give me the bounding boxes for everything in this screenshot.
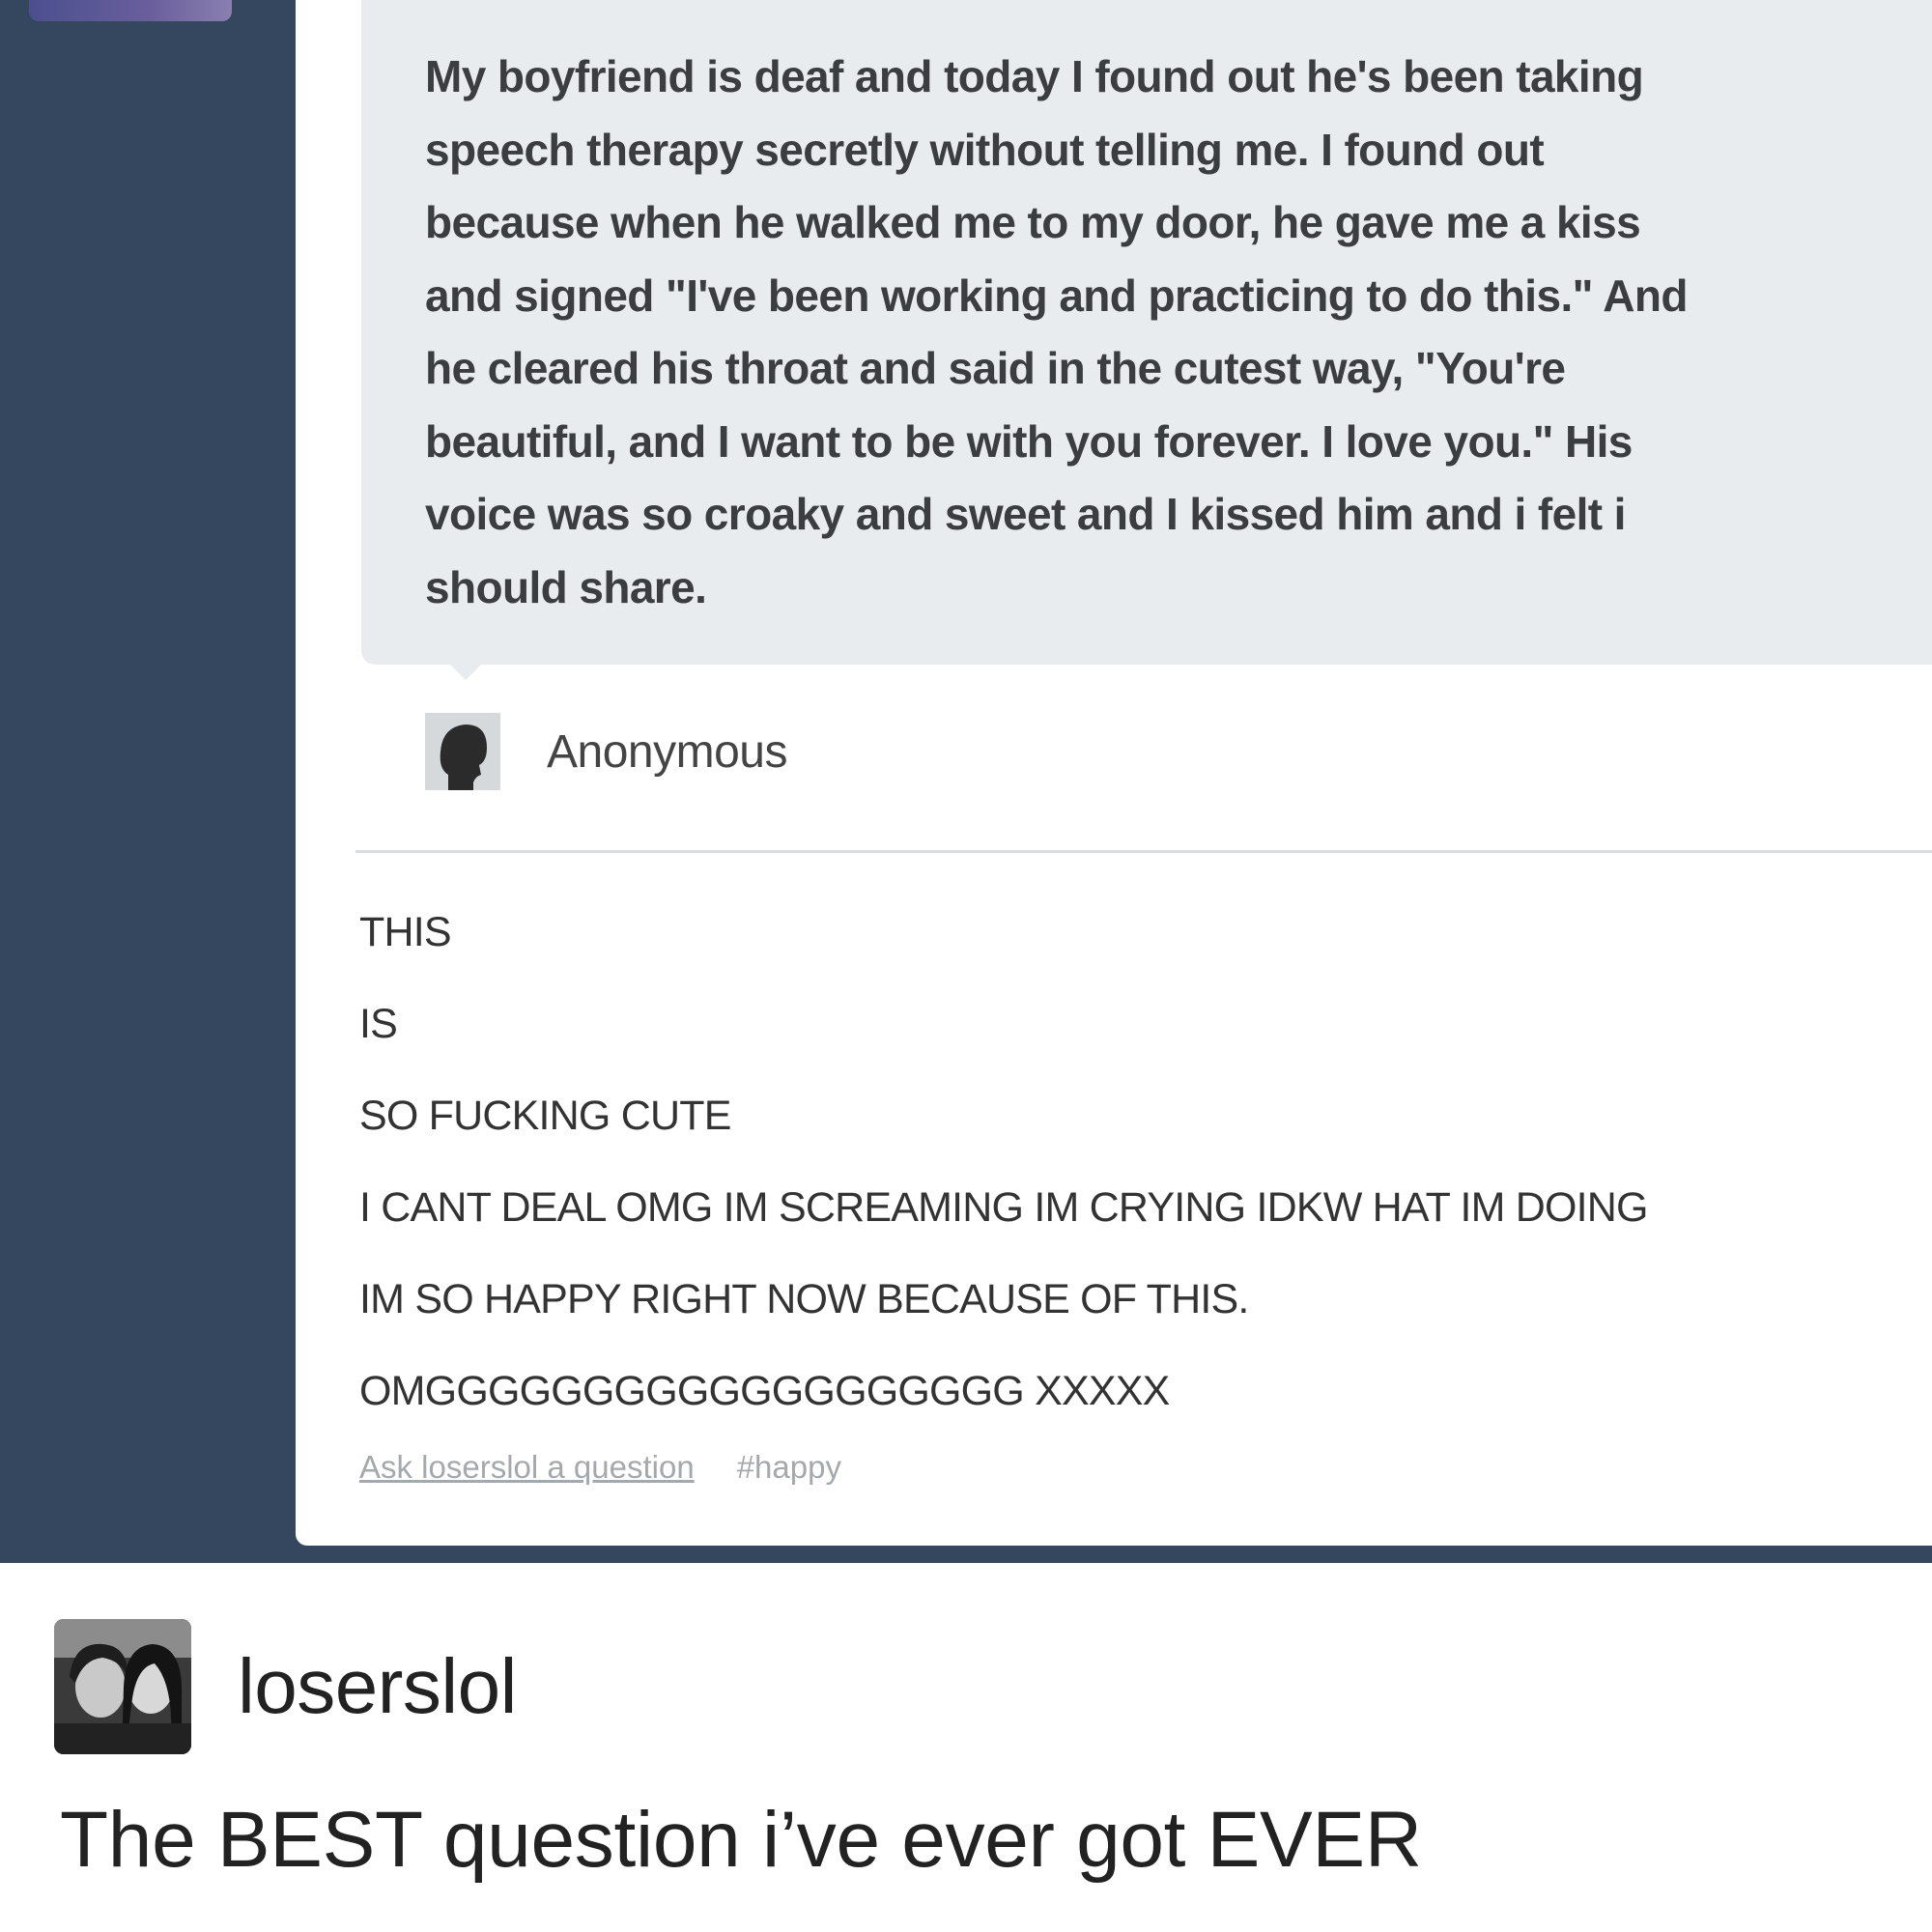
blog-avatar-partial[interactable]	[29, 0, 232, 21]
question-line: he cleared his throat and said in the cu…	[425, 343, 1566, 393]
question-line: because when he walked me to my door, he…	[425, 197, 1641, 247]
username[interactable]: loserslol	[238, 1642, 517, 1731]
post-footer: Ask loserslol a question #happy	[359, 1449, 841, 1486]
tag-happy[interactable]: #happy	[737, 1449, 841, 1486]
anonymous-avatar-icon	[425, 713, 500, 790]
question-bubble: My boyfriend is deaf and today I found o…	[361, 0, 1932, 680]
answer-line: IS	[359, 1001, 398, 1047]
question-line: beautiful, and I want to be with you for…	[425, 415, 1633, 467]
ask-question-link[interactable]: Ask loserslol a question	[359, 1449, 695, 1486]
answer-line: I CANT DEAL OMG IM SCREAMING IM CRYING I…	[359, 1184, 1649, 1231]
question-line: should share.	[425, 561, 707, 612]
asker-info: Anonymous	[425, 713, 787, 790]
question-line: My boyfriend is deaf and today I found o…	[425, 51, 1644, 101]
asker-name[interactable]: Anonymous	[547, 725, 787, 779]
answer-line: SO FUCKING CUTE	[359, 1093, 731, 1139]
dashboard-background: My boyfriend is deaf and today I found o…	[0, 0, 1932, 1563]
answer-text: THIS IS SO FUCKING CUTE I CANT DEAL OMG …	[359, 898, 1905, 1449]
repost-caption: The BEST question i’ve ever got EVER	[60, 1796, 1422, 1884]
question-text: My boyfriend is deaf and today I found o…	[425, 41, 1932, 624]
answer-line: THIS	[359, 909, 452, 955]
answer-line: OMGGGGGGGGGGGGGGGGGGG XXXXX	[359, 1368, 1170, 1414]
divider	[355, 850, 1932, 853]
repost-user: loserslol	[54, 1619, 517, 1754]
question-line: speech therapy secretly without telling …	[425, 124, 1545, 175]
ask-post: My boyfriend is deaf and today I found o…	[296, 0, 1932, 1546]
answer-line: IM SO HAPPY RIGHT NOW BECAUSE OF THIS.	[359, 1276, 1249, 1322]
user-avatar[interactable]	[54, 1619, 191, 1754]
question-line: voice was so croaky and sweet and I kiss…	[425, 489, 1626, 539]
question-line: and signed "I've been working and practi…	[425, 270, 1689, 321]
